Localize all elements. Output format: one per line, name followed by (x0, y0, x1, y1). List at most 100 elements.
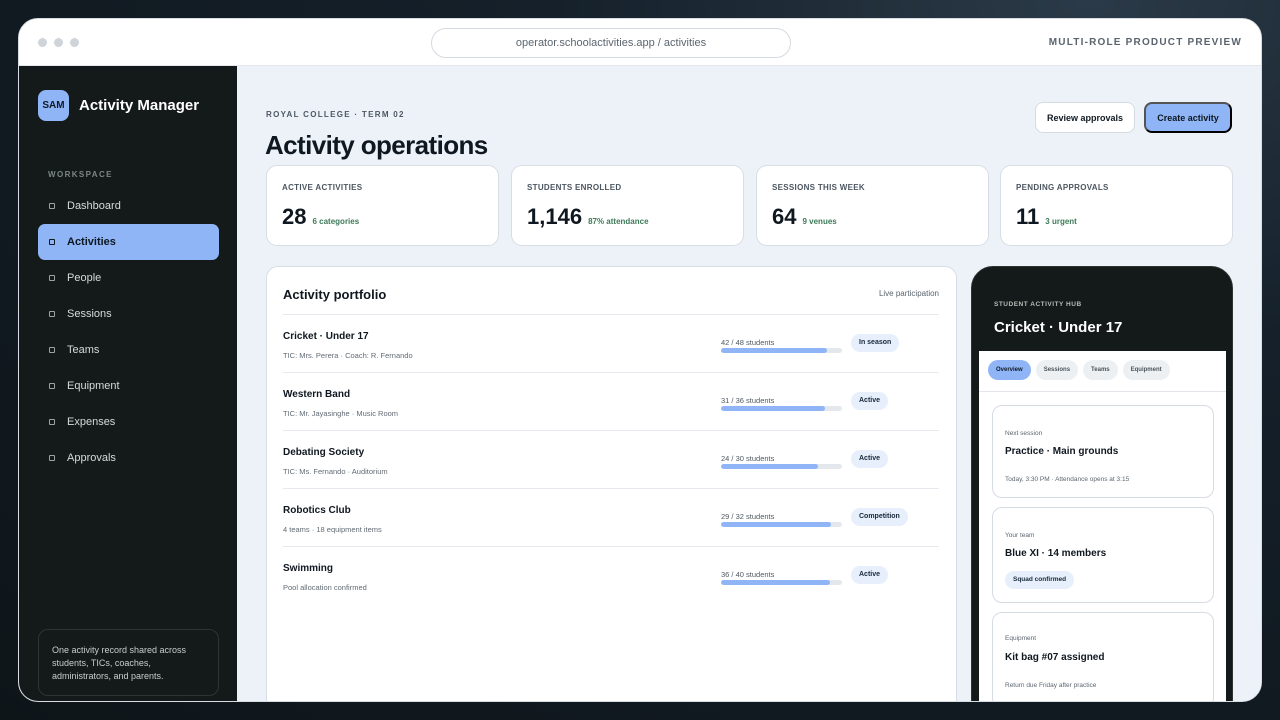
stat-sub: 6 categories (312, 217, 360, 226)
window-dot-icon[interactable] (38, 38, 47, 47)
tab-equipment[interactable]: Equipment (1122, 360, 1170, 380)
card-title: Blue XI · 14 members (1005, 548, 1107, 559)
enrollment-bar (721, 464, 842, 469)
activity-name: Cricket · Under 17 (283, 331, 369, 342)
tab-teams[interactable]: Teams (1083, 360, 1118, 380)
card-label: Your team (1005, 532, 1035, 539)
square-bullet-icon (49, 455, 55, 461)
status-badge: In season (851, 334, 900, 352)
phone-title: Cricket · Under 17 (994, 319, 1123, 336)
sidebar-item-label: People (67, 272, 102, 284)
activity-desc: Pool allocation confirmed (283, 583, 367, 592)
card-title: Kit bag #07 assigned (1005, 652, 1105, 663)
enrollment-count: 31 / 36 students (721, 396, 775, 405)
brand-logo: SAM (38, 90, 69, 121)
status-badge: Active (851, 566, 889, 584)
squad-status-badge: Squad confirmed (1005, 571, 1075, 589)
stat-sub: 9 venues (802, 217, 837, 226)
stat-card-students-enrolled: STUDENTS ENROLLED 1,146 87% attendance (511, 165, 744, 246)
enrollment-count: 24 / 30 students (721, 454, 775, 463)
activity-row[interactable]: Swimming Pool allocation confirmed 36 / … (283, 546, 939, 604)
stat-card-pending-approvals: PENDING APPROVALS 11 3 urgent (1000, 165, 1233, 246)
phone-eyebrow: STUDENT ACTIVITY HUB (994, 301, 1082, 308)
activity-desc: TIC: Mr. Jayasinghe · Music Room (283, 409, 399, 418)
tab-overview[interactable]: Overview (988, 360, 1031, 380)
activity-desc: TIC: Mrs. Perera · Coach: R. Fernando (283, 351, 413, 360)
portfolio-title: Activity portfolio (283, 287, 387, 302)
square-bullet-icon (49, 275, 55, 281)
enrollment-bar (721, 522, 842, 527)
square-bullet-icon (49, 239, 55, 245)
url-bar[interactable]: operator.schoolactivities.app / activiti… (431, 28, 791, 58)
tab-sessions[interactable]: Sessions (1035, 360, 1079, 380)
page-title: Activity operations (265, 130, 488, 160)
main-content: ROYAL COLLEGE · TERM 02 Activity operati… (237, 66, 1261, 701)
preview-label: MULTI-ROLE PRODUCT PREVIEW (1048, 37, 1242, 48)
sidebar-item-sessions[interactable]: Sessions (38, 296, 219, 332)
square-bullet-icon (49, 383, 55, 389)
app-window: operator.schoolactivities.app / activiti… (18, 18, 1262, 702)
activity-row[interactable]: Robotics Club 4 teams · 18 equipment ite… (283, 488, 939, 546)
enrollment-bar (721, 348, 842, 353)
sidebar-item-dashboard[interactable]: Dashboard (38, 188, 219, 224)
enrollment-bar (721, 406, 842, 411)
divider (979, 391, 1226, 392)
sidebar: SAM Activity Manager WORKSPACE Dashboard… (19, 66, 237, 701)
sidebar-nav: Dashboard Activities People Sessions Tea… (38, 188, 219, 476)
sidebar-item-label: Equipment (67, 380, 120, 392)
card-sub: Today, 3:30 PM · Attendance opens at 3:1… (1005, 476, 1130, 483)
stat-label: SESSIONS THIS WEEK (772, 183, 865, 192)
sidebar-item-approvals[interactable]: Approvals (38, 440, 219, 476)
card-label: Equipment (1005, 635, 1037, 642)
sidebar-item-people[interactable]: People (38, 260, 219, 296)
team-card[interactable]: Your team Blue XI · 14 members Squad con… (992, 507, 1214, 603)
review-approvals-button[interactable]: Review approvals (1035, 102, 1135, 133)
window-dot-icon[interactable] (70, 38, 79, 47)
equipment-card[interactable]: Equipment Kit bag #07 assigned Return du… (992, 612, 1214, 701)
card-label: Next session (1005, 430, 1043, 437)
card-sub: Return due Friday after practice (1005, 682, 1097, 689)
activity-row[interactable]: Debating Society TIC: Ms. Fernando · Aud… (283, 430, 939, 488)
enrollment-bar-fill (721, 522, 831, 527)
activity-row[interactable]: Western Band TIC: Mr. Jayasinghe · Music… (283, 372, 939, 430)
activity-list: Cricket · Under 17 TIC: Mrs. Perera · Co… (283, 314, 939, 604)
browser-bar: operator.schoolactivities.app / activiti… (19, 19, 1261, 66)
activity-name: Western Band (283, 389, 351, 400)
enrollment-bar-fill (721, 348, 827, 353)
enrollment-count: 29 / 32 students (721, 512, 775, 521)
window-dot-icon[interactable] (54, 38, 63, 47)
enrollment-bar-fill (721, 580, 830, 585)
next-session-card[interactable]: Next session Practice · Main grounds Tod… (992, 405, 1214, 498)
sidebar-item-teams[interactable]: Teams (38, 332, 219, 368)
sidebar-item-label: Teams (67, 344, 100, 356)
activity-desc: TIC: Ms. Fernando · Auditorium (283, 467, 388, 476)
portfolio-meta: Live participation (878, 289, 939, 298)
sidebar-note: One activity record shared across studen… (38, 629, 219, 696)
phone-tabs: Overview Sessions Teams Equipment (988, 360, 1170, 380)
workspace-section-label: WORKSPACE (48, 170, 113, 179)
stats-row: ACTIVE ACTIVITIES 28 6 categories STUDEN… (266, 165, 1234, 246)
activity-portfolio-panel: Activity portfolio Live participation Cr… (266, 266, 957, 701)
stat-value: 1,146 (527, 204, 583, 229)
sidebar-item-activities[interactable]: Activities (38, 224, 219, 260)
create-activity-button[interactable]: Create activity (1144, 102, 1232, 133)
square-bullet-icon (49, 347, 55, 353)
sidebar-item-equipment[interactable]: Equipment (38, 368, 219, 404)
phone-preview: STUDENT ACTIVITY HUB Cricket · Under 17 … (971, 266, 1233, 701)
stat-value: 11 (1016, 204, 1040, 229)
activity-row[interactable]: Cricket · Under 17 TIC: Mrs. Perera · Co… (283, 314, 939, 372)
brand[interactable]: SAM Activity Manager (38, 90, 199, 121)
enrollment-count: 36 / 40 students (721, 570, 775, 579)
sidebar-item-label: Sessions (67, 308, 112, 320)
stat-label: STUDENTS ENROLLED (527, 183, 622, 192)
enrollment-bar (721, 580, 842, 585)
brand-name: Activity Manager (79, 97, 200, 114)
status-badge: Active (851, 392, 889, 410)
sidebar-item-label: Approvals (67, 452, 116, 464)
sidebar-item-label: Expenses (67, 416, 116, 428)
sidebar-item-expenses[interactable]: Expenses (38, 404, 219, 440)
phone-screen: Overview Sessions Teams Equipment Next s… (979, 351, 1226, 701)
stat-card-active-activities: ACTIVE ACTIVITIES 28 6 categories (266, 165, 499, 246)
square-bullet-icon (49, 311, 55, 317)
window-controls (38, 38, 79, 47)
